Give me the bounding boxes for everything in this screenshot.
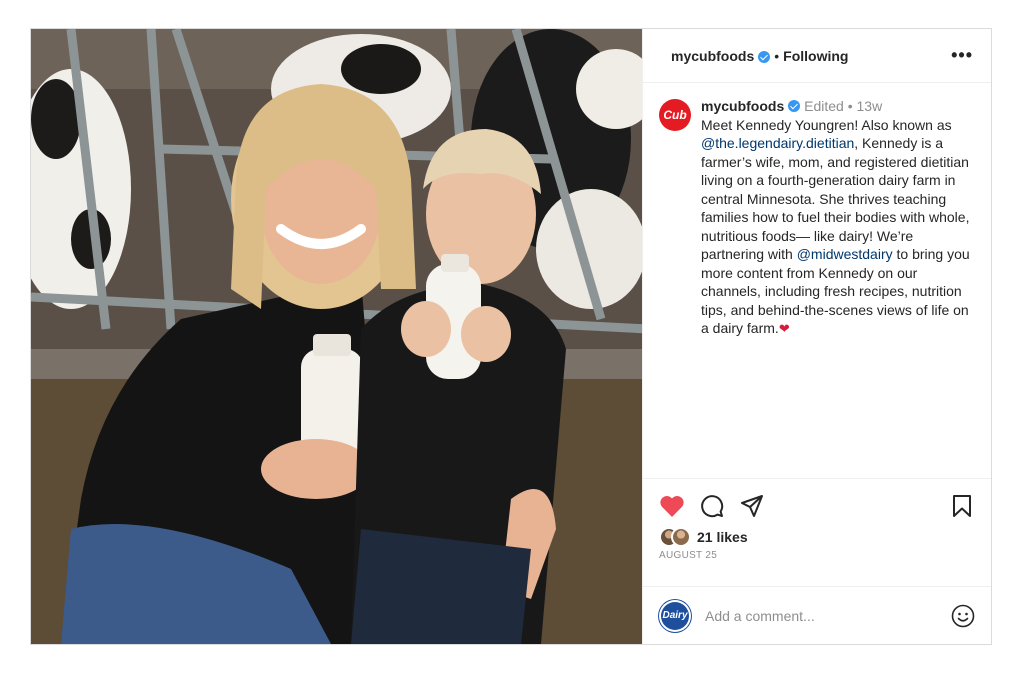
share-paper-plane-icon[interactable] xyxy=(739,493,765,519)
red-heart-emoji: ❤ xyxy=(778,321,790,336)
instagram-post: mycubfoods • Following ••• Cub mycubfood… xyxy=(30,28,992,645)
post-date: AUGUST 25 xyxy=(659,550,718,561)
current-user-avatar: Dairy xyxy=(659,599,691,632)
likes-row: 21 likes xyxy=(659,527,975,547)
post-header: mycubfoods • Following ••• xyxy=(643,29,991,83)
post-photo[interactable] xyxy=(31,29,642,644)
following-button[interactable]: Following xyxy=(783,48,848,64)
post-caption: Cub mycubfoods Edited • 13w Meet Kennedy… xyxy=(643,83,991,478)
liker-avatars xyxy=(659,527,691,547)
emoji-picker-icon[interactable] xyxy=(951,604,975,628)
caption-username-link[interactable]: mycubfoods xyxy=(701,98,784,114)
add-comment-input[interactable] xyxy=(705,607,951,624)
post-actions: 21 likes AUGUST 25 xyxy=(643,478,991,586)
verified-badge-icon xyxy=(788,100,801,112)
mention-link-midwestdairy[interactable]: @midwestdairy xyxy=(797,246,893,262)
caption-meta: Edited • 13w xyxy=(804,98,883,114)
more-options-icon[interactable]: ••• xyxy=(951,45,973,66)
cub-avatar[interactable]: Cub xyxy=(659,99,691,131)
bookmark-icon[interactable] xyxy=(949,493,975,519)
likes-count-link[interactable]: 21 likes xyxy=(697,529,748,545)
comment-icon[interactable] xyxy=(699,493,725,519)
action-bar xyxy=(659,491,975,521)
post-photo-illustration xyxy=(31,29,642,644)
mention-link-legendairy[interactable]: @the.legendairy.dietitian xyxy=(701,135,854,151)
verified-badge-icon xyxy=(758,50,771,63)
like-heart-icon[interactable] xyxy=(659,493,685,519)
comment-bar: Dairy xyxy=(643,586,991,644)
caption-text: mycubfoods Edited • 13w Meet Kennedy You… xyxy=(701,97,973,478)
header-separator: • xyxy=(774,47,780,64)
caption-text-part: , Kennedy is a farmer’s wife, mom, and r… xyxy=(701,135,970,262)
liker-avatar xyxy=(671,527,691,547)
post-side-panel: mycubfoods • Following ••• Cub mycubfood… xyxy=(642,29,991,644)
caption-text-part: Meet Kennedy Youngren! Also known as xyxy=(701,116,952,133)
header-username-link[interactable]: mycubfoods xyxy=(671,48,754,64)
